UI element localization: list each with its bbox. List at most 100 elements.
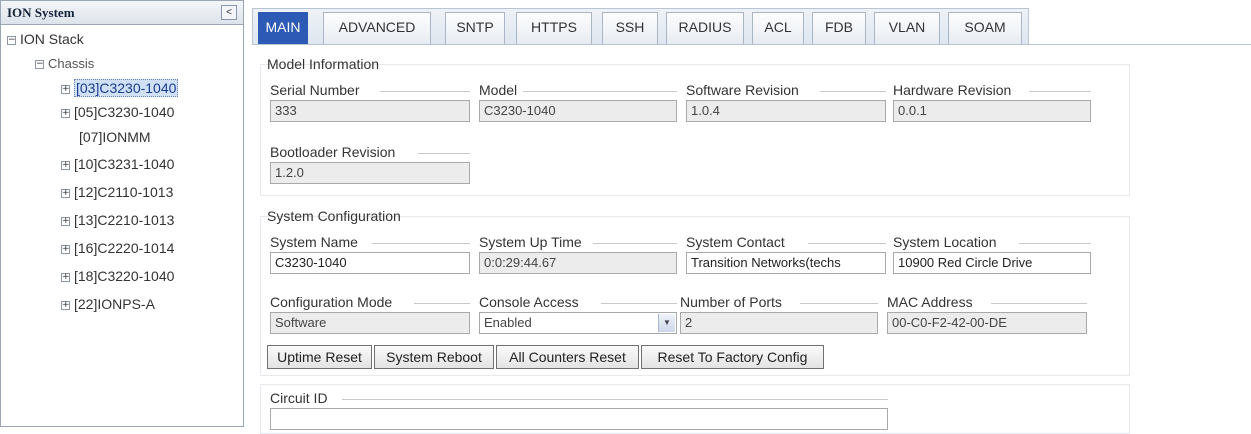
expand-icon[interactable]: + [61,301,70,310]
system-contact-label: System Contact [686,234,787,250]
field-rule [820,91,886,92]
hardware-revision-field: Hardware Revision 0.0.1 [893,82,1091,124]
tree-node-slot[interactable]: + [13]C2210-1013 [61,212,174,228]
field-rule [593,243,677,244]
system-contact-field: System Contact Transition Networks(techs [686,234,886,276]
tree-node-label[interactable]: [12]C2110-1013 [74,184,173,200]
mac-address-label: MAC Address [887,294,975,310]
model-information-title: Model Information [267,56,380,72]
circuit-id-field: Circuit ID [270,390,888,432]
system-name-input[interactable]: C3230-1040 [270,252,470,274]
tree-node-slot[interactable]: + [03]C3230-1040 [61,79,179,97]
tree-node-label[interactable]: [03]C3230-1040 [74,79,179,97]
tree-node-slot[interactable]: + [18]C3220-1040 [61,268,174,284]
uptime-reset-button[interactable]: Uptime Reset [267,345,372,369]
number-of-ports-field: Number of Ports 2 [680,294,878,336]
tree-node-label[interactable]: [16]C2220-1014 [74,240,174,256]
tree-node-label[interactable]: [22]IONPS-A [74,296,155,312]
tree-node-label[interactable]: [13]C2210-1013 [74,212,174,228]
tree-node-label[interactable]: [10]C3231-1040 [74,156,174,172]
tab-ssh[interactable]: SSH [602,12,658,44]
number-of-ports-label: Number of Ports [680,294,784,310]
tab-acl[interactable]: ACL [752,12,804,44]
expand-icon[interactable]: + [61,189,70,198]
system-up-time-value: 0:0:29:44.67 [479,252,677,274]
system-name-field: System Name C3230-1040 [270,234,470,276]
collapse-panel-button[interactable]: < [221,5,237,20]
chevron-down-icon[interactable]: ▼ [658,314,675,332]
tree-header: ION System < [1,1,243,25]
device-tree-panel: ION System < − ION Stack − Chassis + [03]C3… [0,0,244,427]
field-rule [1019,243,1091,244]
tree-node-slot[interactable]: + [05]C3230-1040 [61,104,174,120]
serial-number-field: Serial Number 333 [270,82,470,124]
tree-node-slot[interactable]: + [12]C2110-1013 [61,184,173,200]
system-location-field: System Location 10900 Red Circle Drive [893,234,1091,276]
expand-icon[interactable]: + [61,245,70,254]
field-rule [380,91,470,92]
collapse-icon[interactable]: − [35,60,44,69]
tree-title: ION System [7,5,75,20]
system-reboot-button[interactable]: System Reboot [374,345,494,369]
software-revision-value: 1.0.4 [686,100,886,122]
bootloader-revision-field: Bootloader Revision 1.2.0 [270,144,470,186]
mac-address-field: MAC Address 00-C0-F2-42-00-DE [887,294,1087,336]
tab-main[interactable]: MAIN [258,12,308,44]
model-label: Model [479,82,520,98]
tree-node-slot[interactable]: + [16]C2220-1014 [61,240,174,256]
system-contact-input[interactable]: Transition Networks(techs [686,252,886,274]
system-location-input[interactable]: 10900 Red Circle Drive [893,252,1091,274]
circuit-id-label: Circuit ID [270,390,330,406]
console-access-label: Console Access [479,294,581,310]
collapse-icon[interactable]: − [7,36,16,45]
field-rule [418,153,470,154]
serial-number-value: 333 [270,100,470,122]
hardware-revision-value: 0.0.1 [893,100,1091,122]
all-counters-reset-button[interactable]: All Counters Reset [496,345,639,369]
system-name-label: System Name [270,234,360,250]
configuration-mode-value: Software [270,312,470,334]
software-revision-label: Software Revision [686,82,801,98]
bootloader-revision-value: 1.2.0 [270,162,470,184]
console-access-select[interactable]: Enabled ▼ [479,312,677,334]
expand-icon[interactable]: + [61,85,70,94]
serial-number-label: Serial Number [270,82,362,98]
configuration-mode-label: Configuration Mode [270,294,395,310]
tab-radius[interactable]: RADIUS [666,12,744,44]
tree-node-ion-stack[interactable]: − ION Stack [7,31,84,47]
expand-icon[interactable]: + [61,161,70,170]
number-of-ports-value: 2 [680,312,878,334]
tab-sntp[interactable]: SNTP [445,12,505,44]
tree-node-label[interactable]: [07]IONMM [79,129,151,145]
bootloader-revision-label: Bootloader Revision [270,144,398,160]
configuration-mode-field: Configuration Mode Software [270,294,470,336]
console-access-field: Console Access Enabled ▼ [479,294,677,336]
tab-fdb[interactable]: FDB [812,12,866,44]
tree-node-slot[interactable]: [07]IONMM [79,129,151,145]
system-up-time-field: System Up Time 0:0:29:44.67 [479,234,677,276]
field-rule [414,303,470,304]
tree-node-chassis[interactable]: − Chassis [35,56,94,71]
field-rule [991,303,1087,304]
mac-address-value: 00-C0-F2-42-00-DE [887,312,1087,334]
tab-vlan[interactable]: VLAN [874,12,940,44]
tab-advanced[interactable]: ADVANCED [323,12,431,44]
model-value: C3230-1040 [479,100,677,122]
expand-icon[interactable]: + [61,217,70,226]
tree-node-label[interactable]: ION Stack [20,31,84,47]
tree-node-label[interactable]: Chassis [48,56,94,71]
field-rule [523,91,677,92]
reset-factory-config-button[interactable]: Reset To Factory Config [641,345,824,369]
field-rule [1029,91,1091,92]
tree-node-label[interactable]: [18]C3220-1040 [74,268,174,284]
field-rule [372,243,470,244]
tab-https[interactable]: HTTPS [516,12,592,44]
expand-icon[interactable]: + [61,273,70,282]
hardware-revision-label: Hardware Revision [893,82,1014,98]
tab-soam[interactable]: SOAM [948,12,1022,44]
tree-node-label[interactable]: [05]C3230-1040 [74,104,174,120]
expand-icon[interactable]: + [61,109,70,118]
tree-node-slot[interactable]: + [22]IONPS-A [61,296,155,312]
field-rule [800,303,878,304]
tree-node-slot[interactable]: + [10]C3231-1040 [61,156,174,172]
